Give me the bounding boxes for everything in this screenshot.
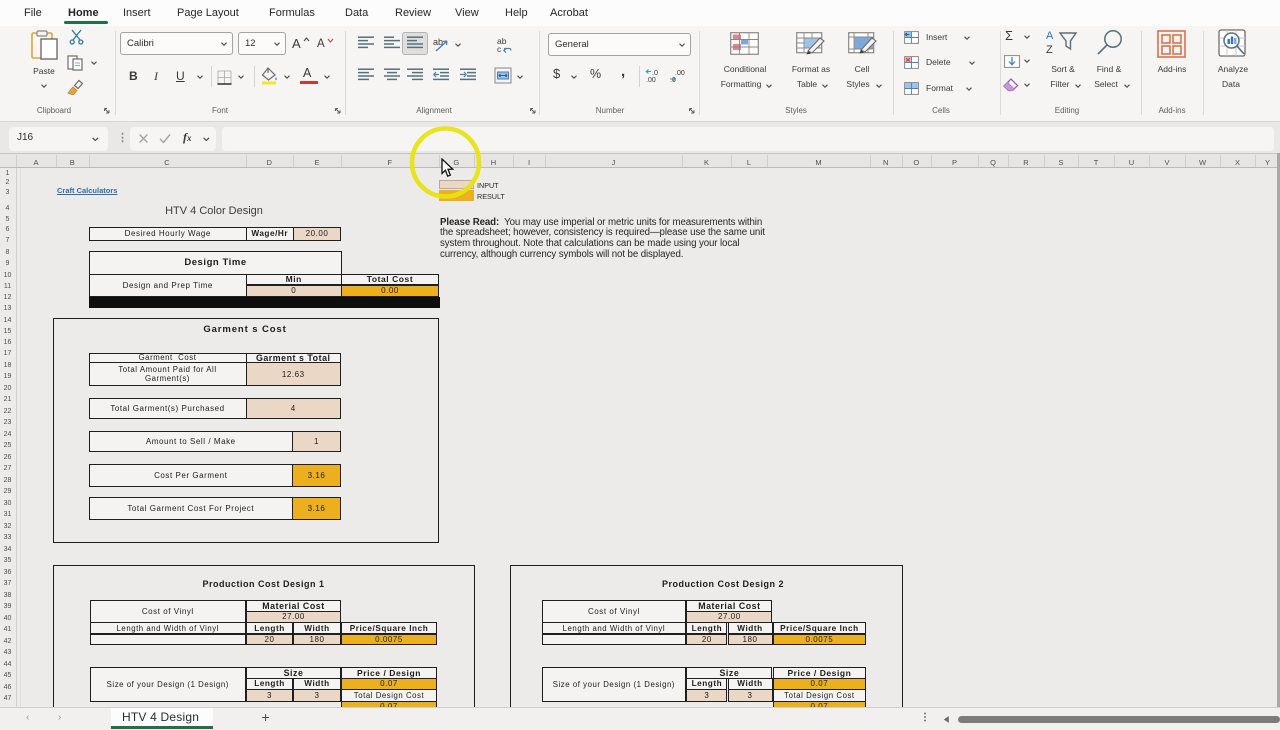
svg-text:.0: .0 bbox=[652, 70, 658, 77]
svg-text:Z: Z bbox=[1046, 44, 1053, 56]
svg-text:A: A bbox=[1046, 30, 1054, 42]
svg-text:.00: .00 bbox=[646, 77, 656, 83]
svg-text:.0: .0 bbox=[670, 77, 676, 83]
svg-text:.00: .00 bbox=[675, 70, 685, 77]
